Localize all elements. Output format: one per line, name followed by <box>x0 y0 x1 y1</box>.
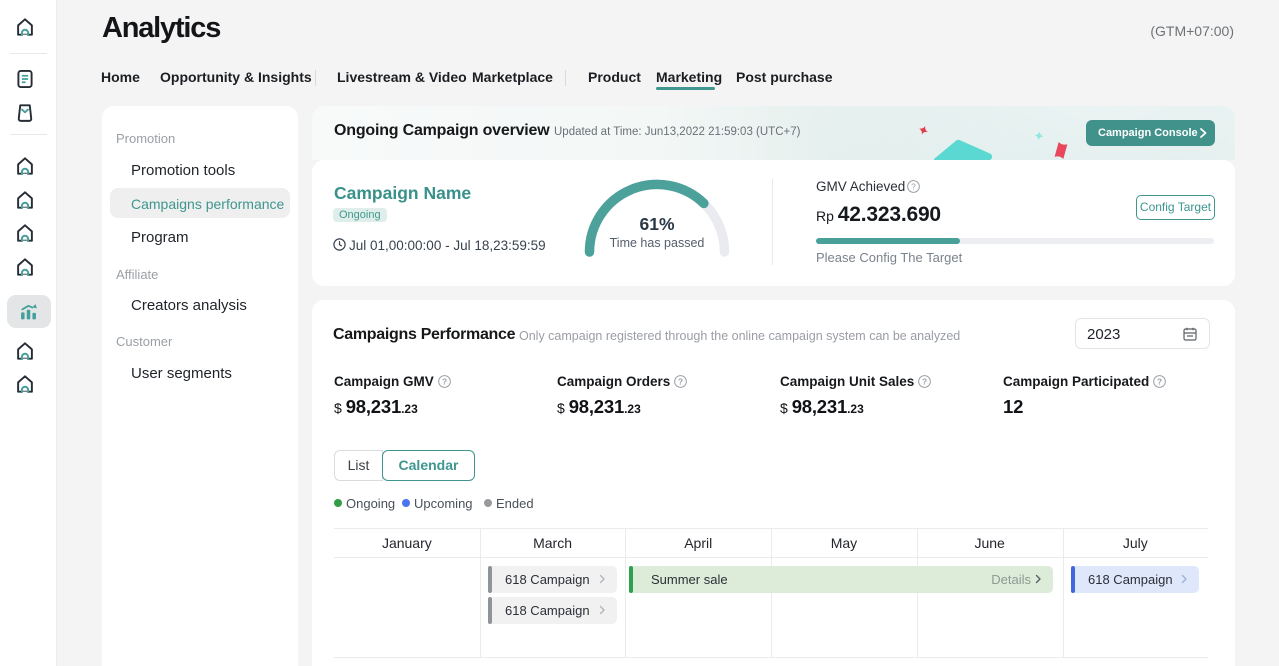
svg-text:?: ? <box>922 376 927 386</box>
svg-text:?: ? <box>1157 376 1162 386</box>
svg-text:?: ? <box>911 181 916 191</box>
svg-text:?: ? <box>678 376 683 386</box>
svg-text:?: ? <box>441 376 446 386</box>
